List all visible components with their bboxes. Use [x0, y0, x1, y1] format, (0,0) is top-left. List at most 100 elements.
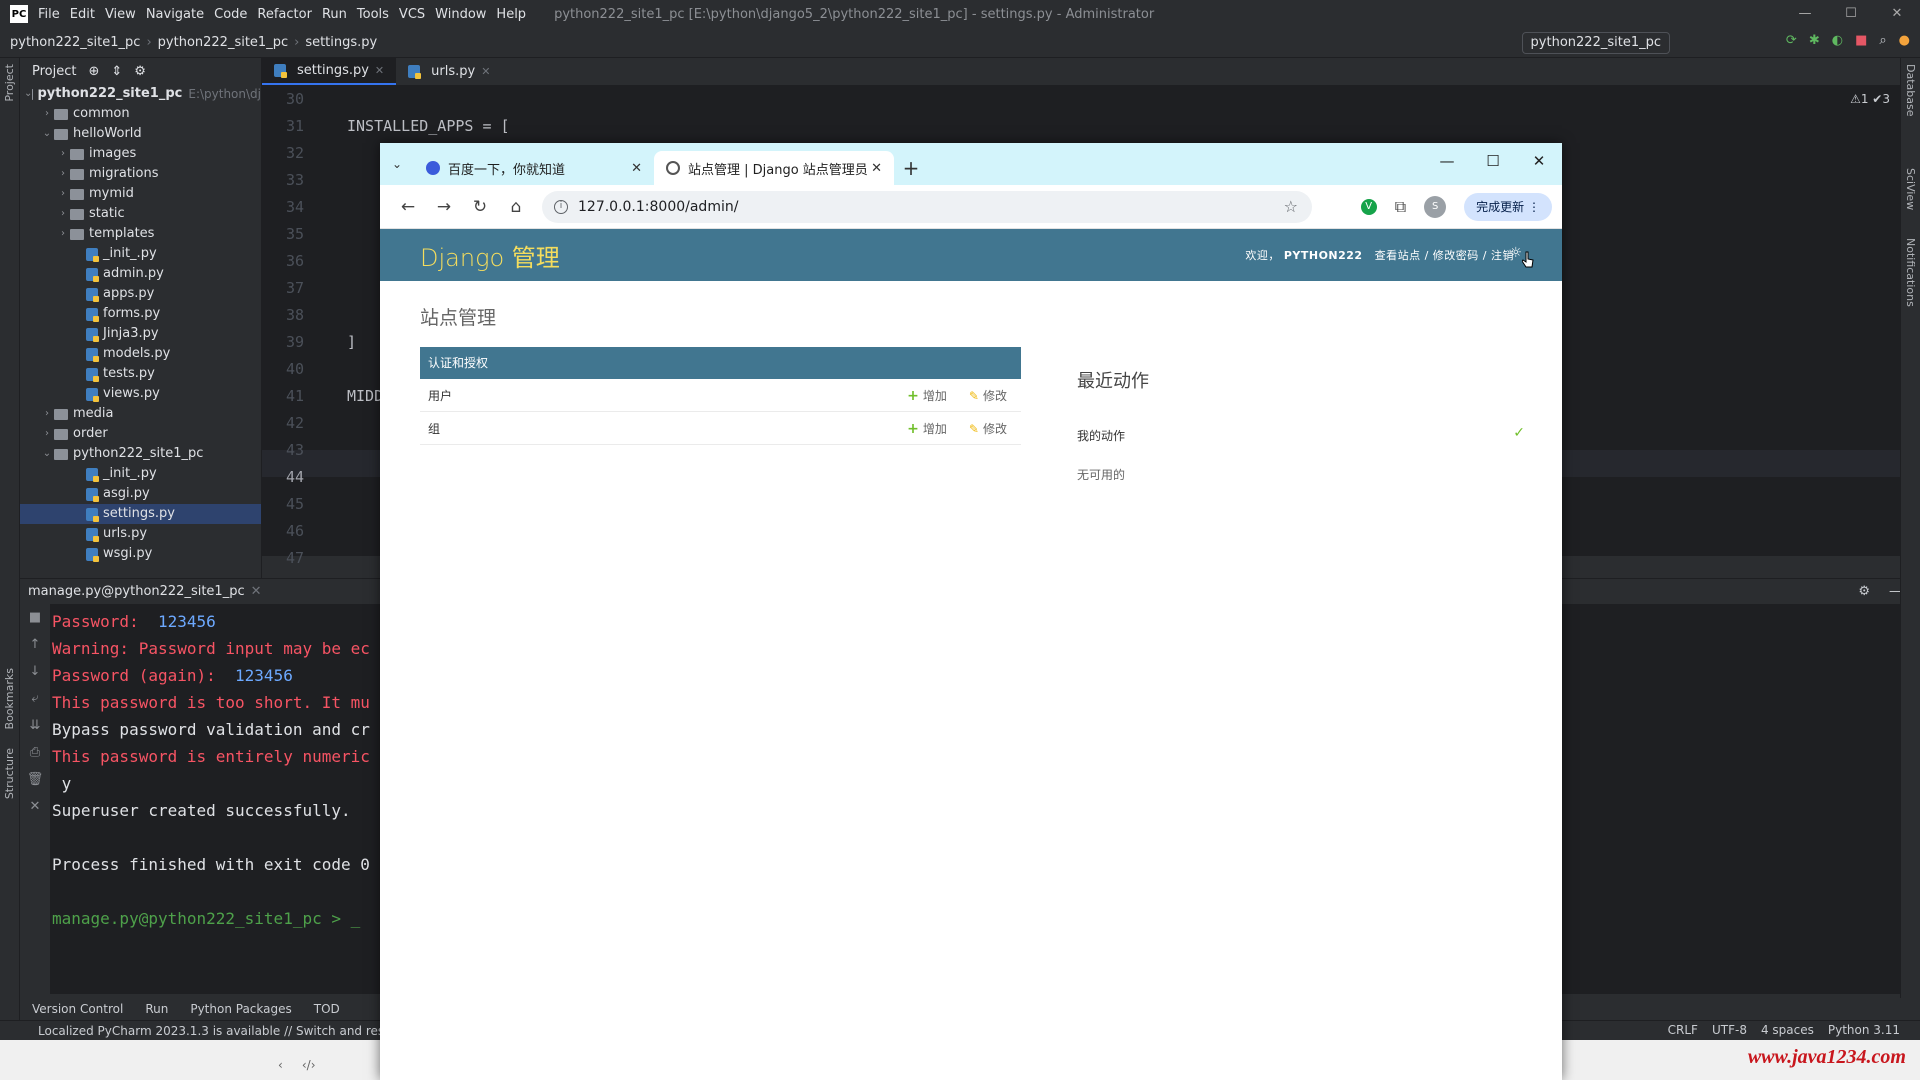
- tree-file[interactable]: tests.py: [20, 364, 261, 384]
- app-caption[interactable]: 认证和授权: [420, 347, 1021, 379]
- tree-file[interactable]: asgi.py: [20, 484, 261, 504]
- close-icon[interactable]: ✕: [251, 584, 262, 599]
- editor-tab-settings[interactable]: settings.py ✕: [262, 58, 397, 85]
- close-icon[interactable]: ✕: [871, 161, 882, 176]
- menu-file[interactable]: File: [38, 7, 60, 22]
- close-icon[interactable]: ✕: [20, 793, 50, 820]
- chevron-down-icon[interactable]: ⌄: [40, 124, 54, 144]
- chevron-down-icon[interactable]: ⌄: [40, 444, 54, 464]
- status-message[interactable]: Localized PyCharm 2023.1.3 is available …: [38, 1024, 396, 1038]
- menu-window[interactable]: Window: [435, 7, 486, 22]
- gear-icon[interactable]: ⚙: [134, 64, 146, 79]
- bottom-nav-arrows[interactable]: ‹ ‹/›: [278, 1058, 316, 1072]
- site-info-icon[interactable]: i: [554, 199, 568, 214]
- tree-folder[interactable]: › migrations: [20, 164, 261, 184]
- tree-file[interactable]: apps.py: [20, 284, 261, 304]
- menu-refactor[interactable]: Refactor: [257, 7, 312, 22]
- sciview-tool-tab[interactable]: SciView: [1904, 168, 1917, 210]
- menu-code[interactable]: Code: [214, 7, 247, 22]
- extensions-puzzle-icon[interactable]: ⧉: [1395, 197, 1406, 217]
- breadcrumb-project[interactable]: python222_site1_pc: [10, 35, 140, 50]
- gear-icon[interactable]: ⚙: [1858, 584, 1870, 599]
- locate-icon[interactable]: ⊕: [88, 64, 99, 79]
- down-icon[interactable]: ↓: [20, 658, 50, 685]
- browser-tab-baidu[interactable]: 百度一下，你就知道 ✕: [414, 151, 654, 185]
- model-link-group[interactable]: 组: [428, 420, 440, 437]
- tree-folder[interactable]: › images: [20, 144, 261, 164]
- menu-edit[interactable]: Edit: [70, 7, 95, 22]
- menu-tools[interactable]: Tools: [357, 7, 389, 22]
- structure-tool-tab[interactable]: Structure: [3, 748, 16, 799]
- chevron-right-icon[interactable]: ›: [56, 164, 70, 184]
- editor-tab-urls[interactable]: urls.py ✕: [396, 58, 502, 85]
- update-button[interactable]: 完成更新 ⋮: [1464, 192, 1552, 221]
- scroll-end-icon[interactable]: ⇊: [20, 712, 50, 739]
- expand-all-icon[interactable]: ⇕: [111, 64, 122, 79]
- tree-folder[interactable]: ⌄ helloWorld: [20, 124, 261, 144]
- tree-file[interactable]: admin.py: [20, 264, 261, 284]
- chevron-right-icon[interactable]: ›: [40, 404, 54, 424]
- chevron-right-icon[interactable]: ›: [56, 144, 70, 164]
- bookmark-star-icon[interactable]: ☆: [1284, 197, 1298, 216]
- debug-icon[interactable]: ✱: [1809, 33, 1820, 48]
- vue-devtools-icon[interactable]: V: [1360, 198, 1377, 215]
- project-panel-title[interactable]: Project: [32, 64, 76, 79]
- interpreter-widget[interactable]: Python 3.11: [1828, 1023, 1900, 1037]
- rerun-icon[interactable]: ⟳: [1786, 33, 1797, 48]
- notifications-tool-tab[interactable]: Notifications: [1904, 238, 1917, 307]
- tree-folder[interactable]: ⌄ python222_site1_pc: [20, 444, 261, 464]
- view-site-link[interactable]: 查看站点: [1375, 249, 1421, 262]
- tool-tab-run[interactable]: Run: [145, 1002, 168, 1016]
- tree-file[interactable]: _init_.py: [20, 244, 261, 264]
- minimize-icon[interactable]: —: [1424, 143, 1470, 185]
- forward-icon[interactable]: →: [426, 197, 462, 217]
- chevron-right-icon[interactable]: ›: [40, 424, 54, 444]
- theme-toggle-icon[interactable]: ☼: [1509, 245, 1522, 261]
- model-link-user[interactable]: 用户: [428, 387, 452, 404]
- tree-folder[interactable]: › common: [20, 104, 261, 124]
- up-icon[interactable]: ↑: [20, 631, 50, 658]
- menu-view[interactable]: View: [105, 7, 136, 22]
- stop-icon[interactable]: ■: [1855, 33, 1867, 48]
- close-icon[interactable]: ✕: [1874, 0, 1920, 28]
- change-password-link[interactable]: 修改密码: [1433, 249, 1479, 262]
- reload-icon[interactable]: ↻: [462, 197, 498, 217]
- address-bar[interactable]: i 127.0.0.1:8000/admin/ ☆: [542, 190, 1312, 223]
- tree-folder[interactable]: › media: [20, 404, 261, 424]
- change-link[interactable]: 修改: [969, 420, 1007, 437]
- print-icon[interactable]: ⎙: [20, 739, 50, 766]
- maximize-icon[interactable]: ☐: [1470, 143, 1516, 185]
- chevron-right-icon[interactable]: ›: [40, 104, 54, 124]
- menu-run[interactable]: Run: [322, 7, 347, 22]
- close-icon[interactable]: ✕: [481, 58, 490, 86]
- new-tab-icon[interactable]: +: [894, 151, 928, 185]
- back-icon[interactable]: ←: [390, 197, 426, 217]
- indent-widget[interactable]: 4 spaces: [1761, 1023, 1814, 1037]
- line-separator-widget[interactable]: CRLF: [1668, 1023, 1698, 1037]
- tree-folder[interactable]: › static: [20, 204, 261, 224]
- update-icon[interactable]: ●: [1899, 33, 1910, 48]
- browser-tab-django-admin[interactable]: 站点管理 | Django 站点管理员 ✕: [654, 151, 894, 185]
- menu-help[interactable]: Help: [496, 7, 526, 22]
- home-icon[interactable]: ⌂: [498, 197, 534, 217]
- tree-file[interactable]: views.py: [20, 384, 261, 404]
- chevron-right-icon[interactable]: ›: [56, 184, 70, 204]
- close-icon[interactable]: ✕: [631, 161, 642, 176]
- menu-vcs[interactable]: VCS: [399, 7, 425, 22]
- tool-tab-python-packages[interactable]: Python Packages: [190, 1002, 291, 1016]
- project-tool-tab[interactable]: Project: [3, 64, 16, 102]
- tree-file[interactable]: _init_.py: [20, 464, 261, 484]
- maximize-icon[interactable]: ☐: [1828, 0, 1874, 28]
- tree-file[interactable]: models.py: [20, 344, 261, 364]
- tree-folder[interactable]: › order: [20, 424, 261, 444]
- chevron-right-icon[interactable]: ›: [56, 224, 70, 244]
- breadcrumb-package[interactable]: python222_site1_pc: [158, 35, 288, 50]
- run-tab[interactable]: manage.py@python222_site1_pc ✕: [28, 584, 262, 599]
- search-icon[interactable]: ⌕: [1879, 33, 1886, 48]
- tool-tab-todo[interactable]: TOD: [314, 1002, 340, 1016]
- breadcrumb-file[interactable]: settings.py: [305, 35, 377, 50]
- database-tool-tab[interactable]: Database: [1904, 64, 1917, 117]
- profile-avatar[interactable]: S: [1424, 195, 1447, 218]
- coverage-icon[interactable]: ◐: [1832, 33, 1843, 48]
- tool-tab-version-control[interactable]: Version Control: [32, 1002, 123, 1016]
